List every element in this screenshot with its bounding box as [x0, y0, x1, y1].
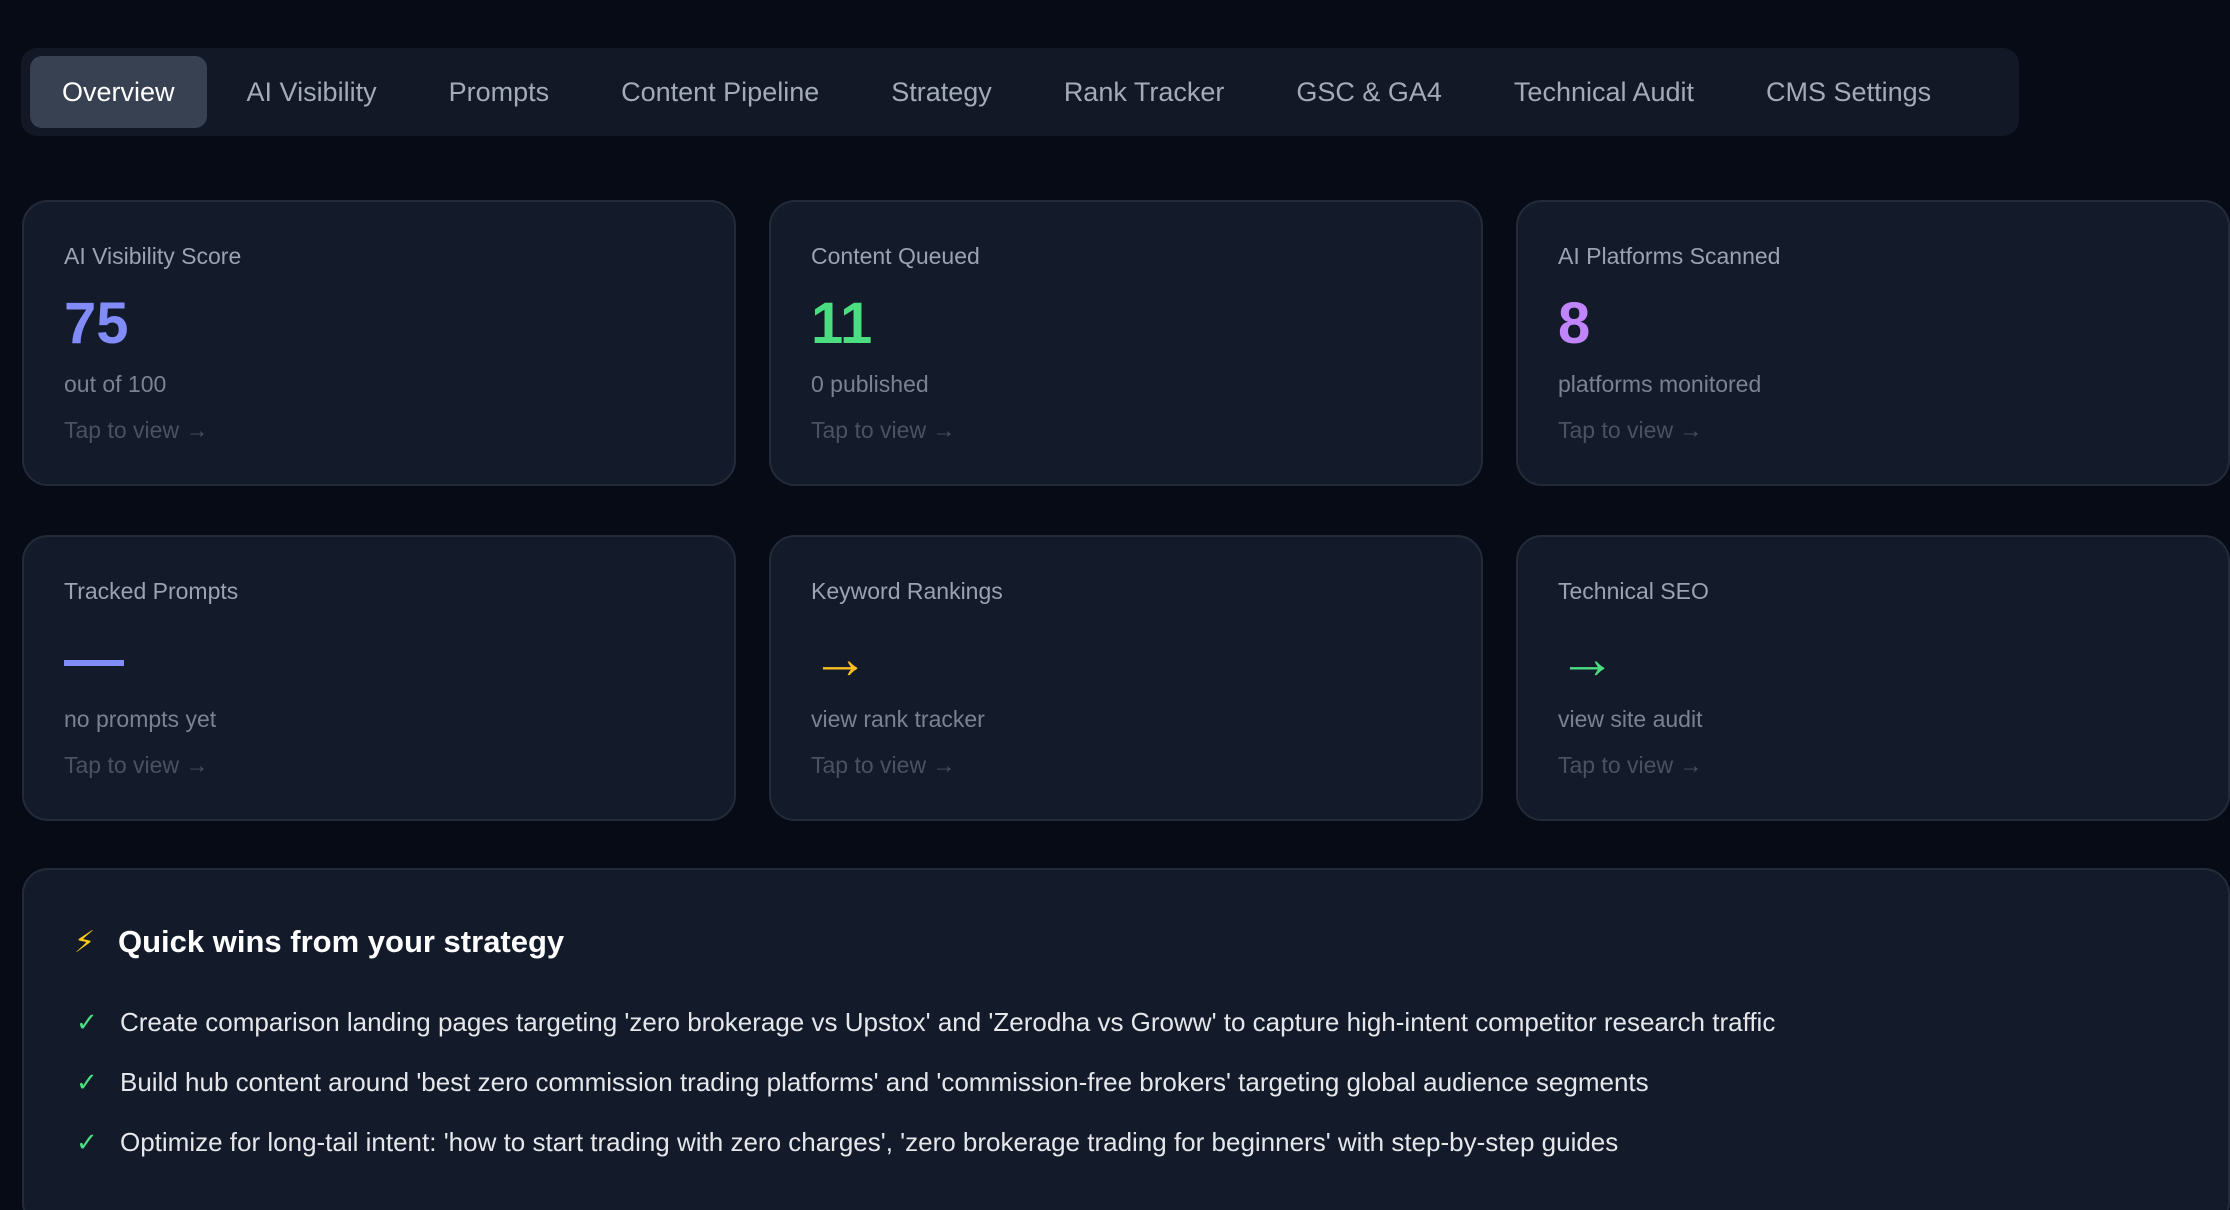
quick-win-text: Create comparison landing pages targetin…: [120, 1006, 1776, 1037]
dashboard-page: Overview AI Visibility Prompts Content P…: [0, 0, 2230, 1210]
quick-wins-title: Quick wins from your strategy: [118, 924, 565, 959]
card-value: 75: [64, 291, 129, 356]
card-keyword-rankings[interactable]: Keyword Rankings → view rank tracker Tap…: [769, 535, 1483, 821]
card-title: AI Platforms Scanned: [1558, 243, 1781, 269]
card-ai-platforms-scanned[interactable]: AI Platforms Scanned 8 platforms monitor…: [1516, 200, 2230, 486]
check-icon: ✓: [76, 1066, 98, 1097]
card-subtitle: 0 published: [811, 371, 929, 397]
tab-gsc-ga4[interactable]: GSC & GA4: [1264, 56, 1474, 128]
card-subtitle: no prompts yet: [64, 706, 217, 732]
list-item: ✓ Create comparison landing pages target…: [74, 992, 2180, 1052]
tab-prompts[interactable]: Prompts: [417, 56, 582, 128]
card-tap-link: Tap to view →: [811, 417, 956, 443]
tab-overview[interactable]: Overview: [30, 56, 207, 128]
card-subtitle: out of 100: [64, 371, 167, 397]
tab-ai-visibility[interactable]: AI Visibility: [215, 56, 409, 128]
tab-content-pipeline[interactable]: Content Pipeline: [589, 56, 851, 128]
card-subtitle: view rank tracker: [811, 706, 985, 732]
quick-wins-list: ✓ Create comparison landing pages target…: [74, 992, 2180, 1172]
card-tracked-prompts[interactable]: Tracked Prompts — no prompts yet Tap to …: [22, 535, 736, 821]
check-icon: ✓: [76, 1126, 98, 1157]
tab-bar: Overview AI Visibility Prompts Content P…: [21, 48, 2019, 136]
card-tap-link: Tap to view →: [1558, 752, 1703, 778]
card-content-queued[interactable]: Content Queued 11 0 published Tap to vie…: [769, 200, 1483, 486]
card-title: AI Visibility Score: [64, 243, 242, 269]
tab-strategy[interactable]: Strategy: [859, 56, 1024, 128]
card-value: 8: [1558, 291, 1591, 356]
card-ai-visibility-score[interactable]: AI Visibility Score 75 out of 100 Tap to…: [22, 200, 736, 486]
tab-cms-settings[interactable]: CMS Settings: [1734, 56, 1963, 128]
card-tap-link: Tap to view →: [64, 752, 209, 778]
card-value: 11: [811, 291, 873, 356]
list-item: ✓ Optimize for long-tail intent: 'how to…: [74, 1112, 2180, 1172]
list-item: ✓ Build hub content around 'best zero co…: [74, 1052, 2180, 1112]
quick-win-text: Optimize for long-tail intent: 'how to s…: [120, 1126, 1619, 1157]
quick-wins-panel: ⚡ Quick wins from your strategy ✓ Create…: [22, 868, 2230, 1210]
card-title: Content Queued: [811, 243, 980, 269]
card-title: Keyword Rankings: [811, 578, 1003, 604]
dash-icon: —: [64, 625, 124, 692]
tab-technical-audit[interactable]: Technical Audit: [1482, 56, 1726, 128]
card-tap-link: Tap to view →: [64, 417, 209, 443]
card-title: Tracked Prompts: [64, 578, 239, 604]
stats-grid: AI Visibility Score 75 out of 100 Tap to…: [22, 200, 2230, 821]
tab-rank-tracker[interactable]: Rank Tracker: [1032, 56, 1257, 128]
card-title: Technical SEO: [1558, 578, 1709, 604]
card-tap-link: Tap to view →: [1558, 417, 1703, 443]
check-icon: ✓: [76, 1006, 98, 1037]
lightning-bolt-icon: ⚡: [74, 925, 96, 959]
quick-wins-header: ⚡ Quick wins from your strategy: [74, 920, 2180, 964]
arrow-right-icon: →: [1558, 626, 1616, 691]
arrow-right-icon: →: [811, 626, 869, 691]
quick-win-text: Build hub content around 'best zero comm…: [120, 1066, 1649, 1097]
card-tap-link: Tap to view →: [811, 752, 956, 778]
card-subtitle: view site audit: [1558, 706, 1703, 732]
card-technical-seo[interactable]: Technical SEO → view site audit Tap to v…: [1516, 535, 2230, 821]
card-subtitle: platforms monitored: [1558, 371, 1762, 397]
